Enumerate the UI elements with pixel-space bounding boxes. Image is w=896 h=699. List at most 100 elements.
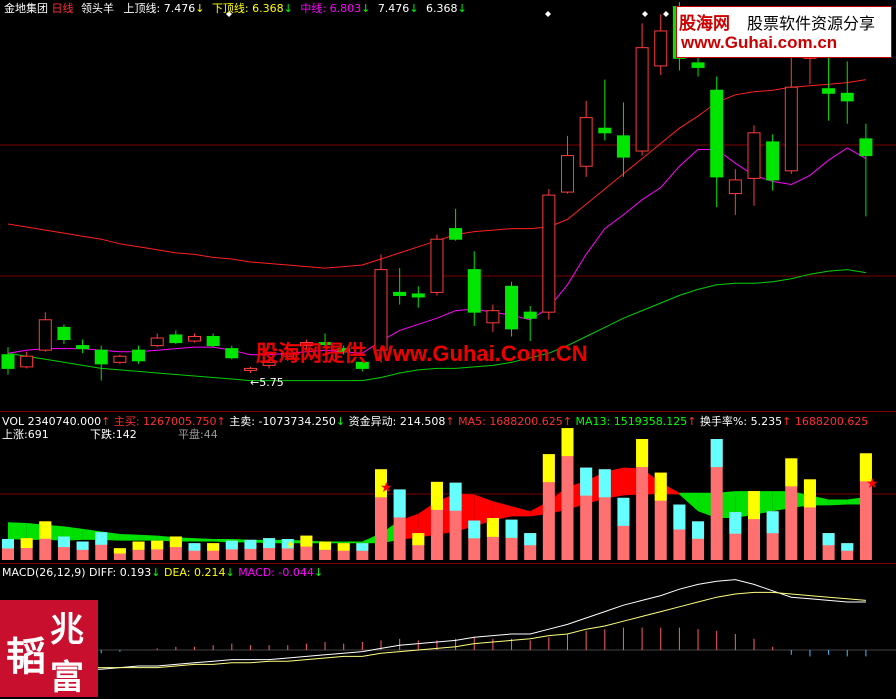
candle-body-down [822, 88, 836, 94]
volume-bar-cap [803, 479, 816, 508]
upper-line-value: 7.476 [163, 2, 196, 15]
chart-stage[interactable]: ★ ★ ★ 金地集团 日线 领头羊 上顶线: 7.476↓ 下顶线: 6.368↓ … [0, 0, 896, 698]
candle-body-up [654, 30, 668, 67]
volume-bar-cap [113, 548, 126, 554]
fund-flow-value: 214.508 [399, 415, 446, 428]
macd-dea-line [8, 591, 866, 669]
volume-bar-cap [822, 533, 835, 546]
candle-body-up [38, 319, 52, 351]
fund-flow-band [119, 533, 139, 541]
candle-body-down [616, 135, 630, 158]
candle-body-down [94, 349, 108, 365]
volume-bar-cap [841, 543, 854, 551]
volume-bar-cap [710, 439, 723, 468]
period-label: 日线 [51, 2, 74, 15]
stock-name: 金地集团 [4, 2, 48, 15]
volume-bar-cap [244, 539, 257, 549]
volume-bar-cap [673, 504, 686, 530]
candle-body-down [505, 285, 519, 330]
macd-value: -0.044 [278, 566, 314, 579]
candle-body-down [467, 269, 481, 313]
volume-bar-cap [748, 491, 760, 520]
diff-value: 0.193 [119, 566, 152, 579]
volume-bar-cap [617, 497, 630, 526]
volume-bar-cap [319, 541, 332, 550]
main-sell-value: -1073734.250 [258, 415, 336, 428]
ma13-value: 1519358.125 [613, 415, 688, 428]
volume-bar-cap [766, 511, 779, 534]
candle-body-up [579, 117, 593, 167]
panel-separator-vol [0, 411, 896, 412]
candle-body-down [710, 89, 724, 178]
volume-bar-cap [524, 533, 537, 546]
candle-body-up [113, 355, 127, 363]
fund-flow-label: 资金异动: [348, 415, 397, 428]
volume-bar-cap [729, 512, 742, 534]
candle-body-up [635, 47, 649, 152]
main-buy-value: 1267005.750 [143, 415, 217, 428]
vol-header: VOL 2340740.000↑ 主买: 1267005.750↑ 主卖: -1… [2, 415, 869, 428]
main-header: 金地集团 日线 领头羊 上顶线: 7.476↓ 下顶线: 6.368↓ 中线: … [4, 2, 467, 15]
candle-body-up [486, 310, 500, 324]
fund-flow-band [138, 534, 158, 541]
volume-bar-cap [505, 519, 518, 538]
ma13-label: MA13: [575, 415, 611, 428]
volume-bar-cap [132, 541, 145, 550]
seal-char-3: 韬 [6, 633, 46, 680]
breadth-down: 下跌:142 [90, 428, 137, 441]
volume-bar-cap [225, 540, 238, 550]
fund-flow-band [194, 538, 214, 542]
mid-line-value: 6.803 [329, 2, 362, 15]
turnover-value: 5.235 [750, 415, 783, 428]
volume-bar-cap [263, 538, 276, 548]
candle-body-down [1, 354, 15, 369]
candle-body-down [225, 348, 239, 359]
signal-star-icon: ★ [866, 476, 879, 492]
volume-bar-cap [785, 458, 798, 487]
candle-body-up [784, 86, 798, 172]
candle-body-down [598, 127, 612, 134]
volume-bar-cap [393, 489, 406, 518]
candle-body-down [132, 349, 146, 362]
center-watermark: 股海网提供 Www.Guhai.Com.CN [256, 341, 588, 366]
main-buy-label: 主买: [113, 415, 140, 428]
candle-body-up [243, 367, 257, 371]
fund-flow-band [511, 506, 531, 517]
vol-value: VOL 2340740.000 [2, 415, 102, 428]
guhai-watermark-logo: 股海网 股票软件资源分享 www.Guhai.com.cn [676, 6, 892, 58]
candle-body-up [728, 179, 742, 195]
top-marker-diamond [642, 11, 648, 17]
dea-value: 0.214 [193, 566, 226, 579]
candle-body-down [523, 311, 537, 319]
macd-label: MACD: [238, 566, 275, 579]
main-sell-label: 主卖: [229, 415, 255, 428]
candle-body-down [449, 228, 463, 240]
candle-body-down [691, 62, 705, 68]
turnover-label: 换手率%: [699, 415, 748, 428]
candle-body-down [76, 345, 90, 350]
candle-body-down [169, 334, 183, 344]
volume-bar-cap [57, 536, 70, 548]
candle-body-down [57, 326, 71, 341]
candle-body-down [206, 335, 220, 347]
volume-bar-cap [449, 482, 462, 511]
mid-line-label: 中线: [300, 2, 327, 15]
candle-body-up [561, 155, 574, 193]
indicator-name: 领头羊 [81, 2, 114, 15]
seal-char-1: 兆 [50, 610, 84, 650]
watermark-slogan: 股票软件资源分享 [747, 14, 876, 33]
candle-body-down [840, 92, 854, 102]
fund-flow-band [828, 499, 848, 506]
volume-bar-cap [692, 521, 705, 539]
dea-label: DEA: [164, 566, 191, 579]
breadth-flat: 平盘:44 [178, 428, 218, 441]
seal-char-2: 富 [50, 658, 84, 698]
volume-bar-cap [580, 467, 593, 496]
volume-bar-cap [95, 532, 108, 545]
volume-bar-cap [430, 481, 443, 510]
volume-bar-cap [39, 521, 52, 539]
volume-bar-cap [76, 541, 89, 550]
upper-line-label: 上顶线: [123, 2, 161, 15]
top-marker-diamond [663, 11, 669, 17]
watermark-url: www.Guhai.com.cn [681, 33, 838, 52]
